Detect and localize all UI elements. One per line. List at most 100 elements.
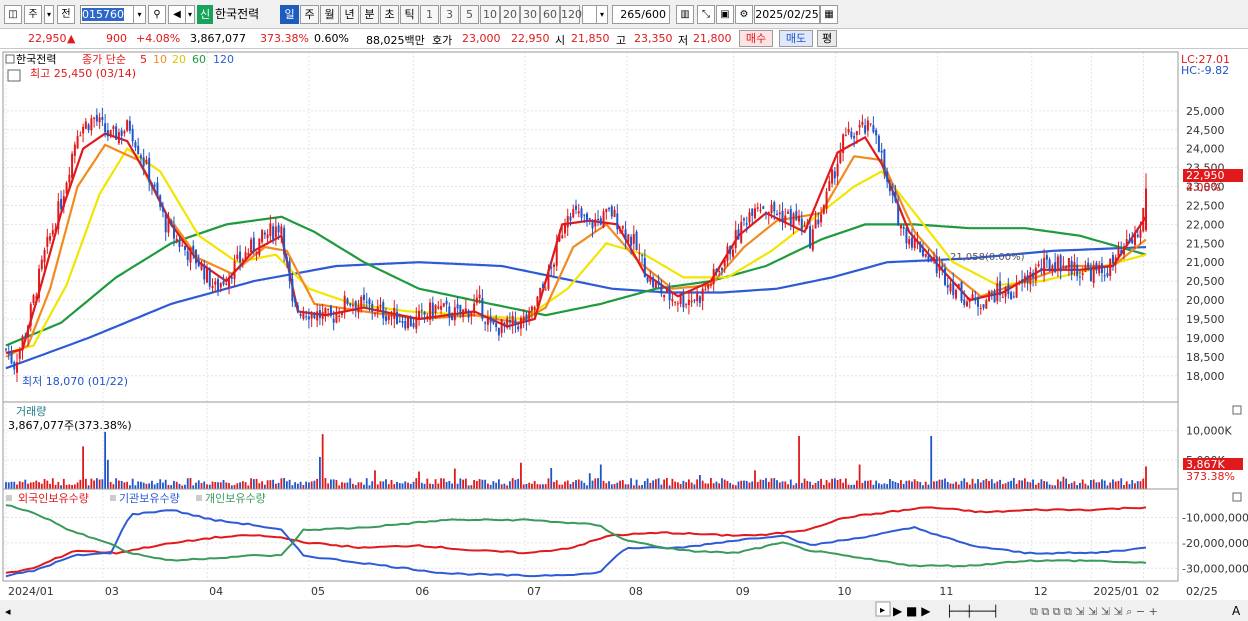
table-icon[interactable]	[7, 69, 21, 82]
volume-bar	[795, 483, 798, 489]
volume-bar	[440, 478, 442, 489]
period-day-button[interactable]: 일	[280, 5, 299, 24]
period-week-button[interactable]: 주	[300, 5, 319, 24]
volume-bar	[765, 478, 767, 489]
candle-body	[434, 304, 437, 313]
volume-bar	[1062, 476, 1065, 489]
candle-body	[1015, 282, 1018, 298]
candle-body	[1078, 276, 1081, 278]
date-input[interactable]: 2025/02/25	[754, 5, 820, 24]
volume-bar	[707, 483, 710, 489]
stock-chart[interactable]: 25,00024,50024,00023,50023,00022,50022,0…	[0, 49, 1248, 621]
candle-body	[1004, 287, 1007, 297]
period-prefix-select[interactable]: 주	[24, 5, 42, 24]
candle-body	[993, 291, 996, 303]
candle-body	[729, 246, 732, 255]
chevron-down-icon[interactable]: ▾	[185, 5, 195, 24]
play-controls-icon[interactable]: ▶ ■ ▶	[893, 604, 931, 618]
font-size-icon[interactable]: A	[1232, 604, 1241, 618]
volume-bar	[979, 482, 982, 489]
candle-body	[883, 149, 886, 174]
min-price-annotation: 최저 18,070 (01/22)	[22, 375, 128, 388]
chevron-down-icon[interactable]: ▾	[596, 5, 608, 24]
interval-10-button[interactable]: 10	[480, 5, 500, 24]
candle-body	[95, 114, 98, 122]
period-year-button[interactable]: 년	[340, 5, 359, 24]
volume-bar	[291, 485, 294, 489]
interval-1-button[interactable]: 1	[420, 5, 439, 24]
interval-120-button[interactable]: 120	[560, 5, 582, 24]
candle-icon[interactable]: ▥	[676, 5, 694, 24]
search-icon[interactable]: ⚲	[148, 5, 166, 24]
period-second-button[interactable]: 초	[380, 5, 399, 24]
holdings-pane-close-icon[interactable]	[1232, 492, 1242, 502]
eval-button[interactable]: 평	[817, 30, 837, 47]
period-month-button[interactable]: 월	[320, 5, 339, 24]
candle-body	[445, 300, 448, 305]
candle-body	[1142, 208, 1145, 232]
candle-body	[687, 299, 690, 306]
interval-3-button[interactable]: 3	[440, 5, 459, 24]
buy-button[interactable]: 매수	[739, 30, 773, 47]
candle-body	[291, 278, 294, 302]
volume-bar	[825, 480, 828, 489]
candle-body	[530, 306, 533, 311]
candle-body	[376, 306, 379, 312]
volume-bar	[643, 481, 646, 489]
candle-body	[693, 299, 696, 301]
volume-bar	[809, 481, 811, 489]
period-prefix2-select[interactable]: 전	[57, 5, 75, 24]
calendar-icon[interactable]: ▦	[820, 5, 838, 24]
volume-bar	[46, 480, 49, 489]
volume-bar	[693, 484, 696, 489]
candle-body	[79, 135, 82, 137]
volume-bar	[767, 481, 770, 489]
chevron-down-icon[interactable]: ▾	[133, 5, 146, 24]
period-minute-button[interactable]: 분	[360, 5, 379, 24]
volume-bar	[1056, 479, 1059, 489]
speaker-icon[interactable]: ◀	[168, 5, 186, 24]
count-input[interactable]: 265/600	[612, 5, 670, 24]
scroll-left-icon[interactable]: ◂	[5, 605, 11, 618]
volume-pane-close-icon[interactable]	[1232, 405, 1242, 415]
candle-body	[990, 293, 993, 295]
candle-body	[864, 125, 867, 134]
chevron-down-icon[interactable]: ▾	[44, 5, 54, 24]
legend-institution: 기관보유수량	[119, 492, 180, 505]
gear-icon[interactable]: ⚙	[735, 5, 753, 24]
candle-body	[481, 298, 484, 319]
stock-badge: 신	[197, 5, 213, 24]
window-icon[interactable]: ◫	[4, 5, 22, 24]
volume-bar	[1023, 478, 1026, 489]
candle-body	[497, 327, 500, 336]
volume-bar	[511, 478, 514, 489]
interval-20-button[interactable]: 20	[500, 5, 520, 24]
volume-bar	[814, 482, 817, 489]
volume-bar	[470, 485, 473, 489]
volume-bar	[393, 484, 396, 489]
candle-body	[32, 295, 35, 303]
interval-5-button[interactable]: 5	[460, 5, 479, 24]
volume-bar	[167, 484, 170, 489]
candle-body	[101, 117, 104, 121]
candle-body	[385, 316, 387, 321]
interval-30-button[interactable]: 30	[520, 5, 540, 24]
pane-menu-icon[interactable]	[5, 54, 15, 64]
drawing-icon[interactable]: ⤡	[697, 5, 715, 24]
volume-bar	[957, 484, 960, 489]
candle-body	[90, 118, 93, 131]
volume-bar	[756, 481, 759, 489]
volume-bar	[82, 446, 85, 489]
interval-60-button[interactable]: 60	[540, 5, 560, 24]
stock-code-input[interactable]: 015760	[80, 5, 136, 24]
candle-body	[930, 258, 933, 260]
tools-icon[interactable]: ⧉ ⧉ ⧉ ⧉ ⇲ ⇲ ⇲ ⇲ ⌕ − +	[1030, 605, 1158, 618]
volume-ratio: 373.38%	[260, 32, 309, 45]
zoom-slider[interactable]: ├──┼───┤	[946, 604, 999, 618]
volume-bar	[16, 484, 18, 489]
volume-bar	[723, 479, 726, 489]
sell-button[interactable]: 매도	[779, 30, 813, 47]
save-icon[interactable]: ▣	[716, 5, 734, 24]
candle-body	[966, 301, 969, 307]
period-tick-button[interactable]: 틱	[400, 5, 419, 24]
